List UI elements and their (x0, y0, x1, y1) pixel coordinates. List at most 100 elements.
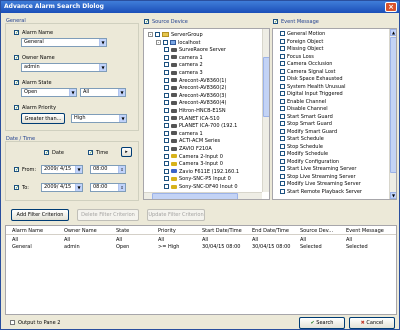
tree-item-checkbox[interactable] (164, 92, 169, 98)
to-checkbox[interactable]: ✓ (14, 185, 19, 191)
tree-item-checkbox[interactable] (164, 153, 169, 159)
event-item[interactable]: Modify Configuration (280, 158, 339, 165)
tree-item-checkbox[interactable] (164, 70, 169, 75)
tree-item-checkbox[interactable] (164, 130, 169, 136)
event-item[interactable]: Enable Channel (280, 98, 326, 105)
tree-item[interactable]: Arecont-AV8360(2) (164, 85, 226, 91)
event-item-checkbox[interactable] (280, 98, 285, 104)
update-filter-button[interactable]: Update Filter Criterion (147, 209, 205, 221)
event-vertical-scrollbar[interactable]: ▲ ▼ (389, 29, 396, 199)
tree-item-checkbox[interactable] (164, 62, 169, 68)
close-button[interactable]: × (385, 2, 397, 12)
event-item-checkbox[interactable] (280, 121, 285, 126)
table-row[interactable]: All All All All All All All All (6, 237, 396, 244)
tree-item[interactable]: Arecont-AV8360(1) (164, 77, 226, 84)
to-date-picker[interactable]: 2009/ 4/15 ▼ (41, 183, 83, 192)
tree-item[interactable]: Hitron-HNCB-E1SN (164, 108, 226, 114)
scroll-up-icon[interactable]: ▲ (390, 29, 396, 36)
tree-expander-icon[interactable]: - (148, 32, 153, 37)
event-item-checkbox[interactable] (280, 181, 285, 186)
column-header[interactable]: Source Dev... (300, 228, 333, 234)
event-item-checkbox[interactable] (280, 68, 285, 74)
tree-item[interactable]: camera 2 (164, 62, 203, 68)
event-item[interactable]: Modify Schedule (280, 151, 328, 157)
event-item[interactable]: Camera Signal Lost (280, 68, 335, 75)
alarm-priority-checkbox[interactable]: ✓ (14, 105, 19, 111)
tree-hscroll-thumb[interactable] (152, 193, 238, 199)
play-icon[interactable]: ▸ (121, 147, 132, 157)
tree-item[interactable]: Sony-SNC-DF40 Inout 0 (164, 184, 238, 190)
event-item[interactable]: System Health Unusual (280, 83, 345, 90)
event-item[interactable]: Stop Schedule (280, 143, 323, 150)
tree-item-checkbox[interactable] (164, 100, 169, 106)
from-time-field[interactable]: 08:00 ⇕ (90, 165, 126, 174)
date-checkbox[interactable]: ✓ (44, 150, 49, 156)
event-item[interactable]: Modify Live Streaming Server (280, 181, 361, 187)
tree-item-checkbox[interactable] (164, 184, 169, 189)
tree-item[interactable]: camera 1 (164, 130, 203, 137)
tree-item[interactable]: camera 1 (164, 54, 203, 61)
tree-item[interactable]: - ServerGroup (148, 32, 203, 38)
event-item-checkbox[interactable] (280, 76, 285, 81)
tree-item[interactable]: Camera 2-Input 0 (164, 153, 223, 160)
event-item[interactable]: Missing Object (280, 46, 324, 52)
tree-vertical-scrollbar[interactable] (262, 29, 269, 192)
source-device-tree[interactable]: - ServerGroup - localhost SurveRaore Server c… (143, 28, 270, 200)
event-item-checkbox[interactable] (280, 46, 285, 51)
event-item-checkbox[interactable] (280, 166, 285, 171)
event-item-checkbox[interactable] (280, 91, 285, 96)
tree-horizontal-scrollbar[interactable] (144, 192, 262, 199)
output-pane-checkbox[interactable] (10, 320, 15, 325)
tree-item[interactable]: Camera 3-Input 0 (164, 161, 223, 167)
event-item-checkbox[interactable] (280, 31, 285, 36)
tree-item[interactable]: ZAVIO F210A (164, 146, 212, 152)
event-item[interactable]: Stop Smart Guard (280, 121, 332, 127)
column-header[interactable]: End Date/Time (252, 228, 289, 234)
column-header[interactable]: Start Date/Time (202, 228, 242, 234)
event-item-checkbox[interactable] (280, 61, 285, 66)
column-header[interactable]: Event Message (346, 228, 384, 234)
delete-filter-button[interactable]: Delete Filter Criterion (77, 209, 139, 221)
criteria-table[interactable]: Alarm Name Owner Name State Priority Start D… (5, 225, 397, 315)
owner-name-select[interactable]: admin ▼ (21, 63, 107, 72)
cancel-button[interactable]: ✖ Cancel (349, 317, 395, 329)
tree-item[interactable]: PLANET ICA-700 (192.1 (164, 123, 237, 129)
alarm-state-scope-select[interactable]: All ▼ (80, 88, 126, 97)
tree-item[interactable]: PLANET ICA-510 (164, 115, 220, 122)
event-item[interactable]: Start Remote Playback Server (280, 188, 362, 195)
column-header[interactable]: Owner Name (64, 228, 97, 234)
tree-item[interactable]: ACTI-ACM Series (164, 138, 220, 144)
event-item-checkbox[interactable] (280, 173, 285, 179)
alarm-priority-select[interactable]: High ▼ (71, 114, 127, 123)
event-item[interactable]: Foreign Object (280, 38, 323, 45)
tree-item[interactable]: - localhost (156, 39, 200, 46)
table-row[interactable]: General admin Open >= High 30/04/15 08:00 30/… (6, 244, 396, 251)
tree-item-checkbox[interactable] (164, 77, 169, 83)
event-item-checkbox[interactable] (280, 158, 285, 164)
tree-item-checkbox[interactable] (164, 47, 169, 53)
event-item[interactable]: Start Smart Guard (280, 113, 333, 120)
event-item-checkbox[interactable] (280, 83, 285, 89)
event-item[interactable]: Focus Loss (280, 53, 314, 60)
scroll-down-icon[interactable]: ▼ (390, 192, 396, 199)
event-item-checkbox[interactable] (280, 136, 285, 141)
alarm-name-select[interactable]: General ▼ (21, 38, 107, 47)
tree-item-checkbox[interactable] (164, 123, 169, 129)
tree-item-checkbox[interactable] (163, 39, 168, 45)
event-scroll-thumb[interactable] (390, 37, 396, 173)
event-item-checkbox[interactable] (280, 53, 285, 59)
event-item[interactable]: General Motion (280, 31, 325, 37)
priority-operator-button[interactable]: Greater than... (21, 113, 65, 124)
alarm-state-select[interactable]: Open ▼ (21, 88, 77, 97)
source-device-checkbox[interactable]: ✓ (144, 19, 149, 25)
event-message-checkbox[interactable]: ✓ (273, 19, 278, 25)
column-header[interactable]: State (116, 228, 129, 234)
search-button[interactable]: ✔ Search (299, 317, 345, 329)
tree-item-checkbox[interactable] (164, 54, 169, 60)
tree-item-checkbox[interactable] (164, 85, 169, 91)
event-item[interactable]: Start Schedule (280, 136, 324, 142)
event-item-checkbox[interactable] (280, 106, 285, 111)
tree-item-checkbox[interactable] (164, 115, 169, 121)
time-checkbox[interactable]: ✓ (88, 150, 93, 156)
alarm-name-checkbox[interactable]: ✓ (14, 30, 19, 36)
